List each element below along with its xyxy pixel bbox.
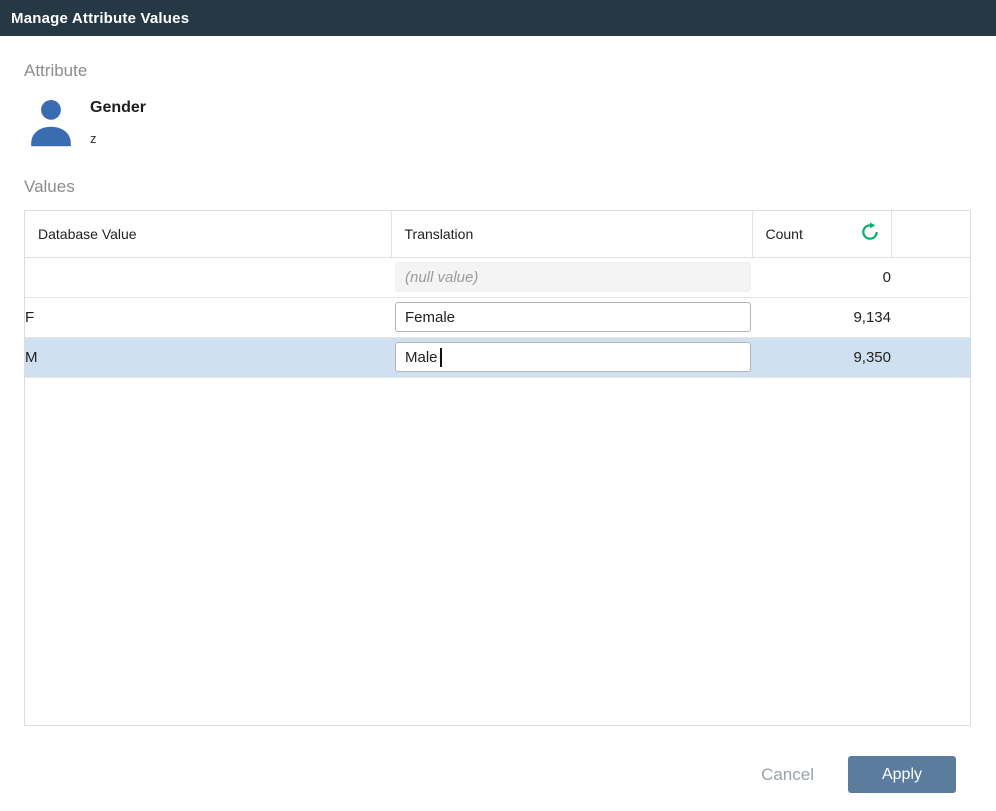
dialog-titlebar: Manage Attribute Values	[0, 0, 996, 36]
attribute-summary: Gender z	[24, 95, 971, 149]
table-row-f[interactable]: F 9,134	[25, 297, 970, 337]
spacer-cell	[891, 297, 970, 337]
apply-button[interactable]: Apply	[848, 756, 956, 793]
cancel-button[interactable]: Cancel	[761, 765, 814, 785]
column-header-count: Count	[752, 211, 891, 257]
column-header-spacer	[891, 211, 970, 257]
dialog-content: Attribute Gender z Values Database Value	[0, 61, 996, 793]
refresh-counts-button[interactable]	[859, 223, 881, 245]
column-header-translation: Translation	[391, 211, 752, 257]
values-table-body: 0 F 9,134 M	[25, 257, 970, 377]
text-cursor	[440, 348, 442, 367]
translation-input-male[interactable]	[395, 342, 751, 372]
values-table-header: Database Value Translation Count	[25, 211, 970, 257]
refresh-icon	[860, 222, 880, 245]
spacer-cell	[891, 337, 970, 377]
attribute-texts: Gender z	[90, 95, 146, 146]
values-table-container: Database Value Translation Count	[24, 210, 971, 726]
count-header-label: Count	[766, 226, 803, 242]
count-cell: 9,134	[752, 297, 891, 337]
db-value-cell: F	[25, 297, 391, 337]
values-section-label: Values	[24, 177, 971, 197]
count-cell: 9,350	[752, 337, 891, 377]
dialog-footer: Cancel Apply	[24, 756, 971, 793]
db-value-cell	[25, 257, 391, 297]
table-row-m[interactable]: M 9,350	[25, 337, 970, 377]
attribute-section-label: Attribute	[24, 61, 971, 81]
db-value-cell: M	[25, 337, 391, 377]
dialog-title: Manage Attribute Values	[11, 10, 189, 27]
translation-input-female[interactable]	[395, 302, 751, 332]
column-header-database-value: Database Value	[25, 211, 391, 257]
translation-cell	[391, 257, 752, 297]
person-icon	[24, 95, 78, 149]
spacer-cell	[891, 257, 970, 297]
translation-cell	[391, 337, 752, 377]
translation-cell	[391, 297, 752, 337]
values-table: Database Value Translation Count	[25, 211, 970, 378]
attribute-name: Gender	[90, 99, 146, 117]
attribute-description: z	[90, 131, 146, 146]
table-row-null[interactable]: 0	[25, 257, 970, 297]
count-cell: 0	[752, 257, 891, 297]
translation-input-null[interactable]	[395, 262, 751, 292]
